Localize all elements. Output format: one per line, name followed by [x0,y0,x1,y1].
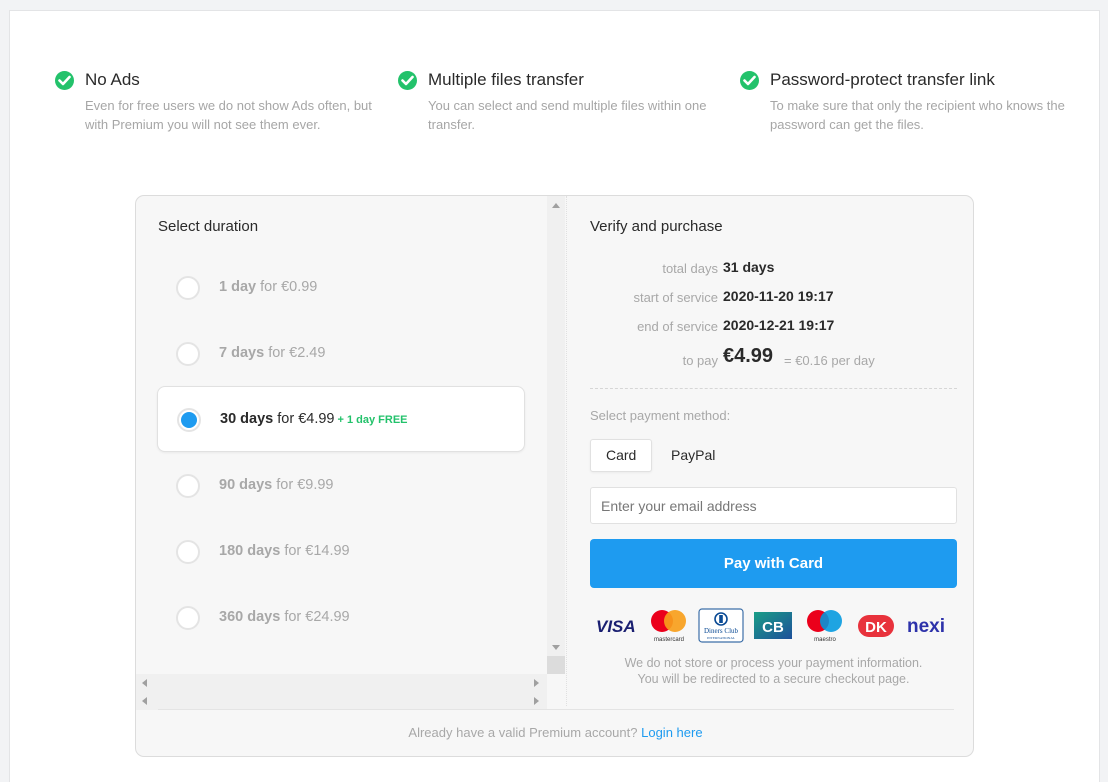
duration-option-90-days[interactable]: 90 days for €9.99 [157,453,525,519]
verify-purchase-section: Verify and purchase total days 31 days s… [566,196,973,706]
option-days: 180 days [219,543,281,559]
svg-text:mastercard: mastercard [654,637,684,643]
cb-logo-icon: CB [754,612,792,639]
duration-section: Select duration 1 day for €0.99 7 days f… [136,196,548,674]
option-days: 360 days [219,609,281,625]
duration-option-1-day[interactable]: 1 day for €0.99 [157,255,525,321]
footer-text: Already have a valid Premium account? [408,725,638,740]
radio-button-selected[interactable] [177,408,201,432]
bonus-badge: + 1 day FREE [337,414,408,426]
option-price: for €4.99 [277,411,335,427]
notice-line: You will be redirected to a secure check… [637,672,910,686]
option-label: 360 days for €24.99 [219,609,350,625]
option-price: for €24.99 [284,609,350,625]
payment-tab-card[interactable]: Card [590,439,653,472]
summary-to-pay: to pay €4.99 = €0.16 per day [567,345,973,370]
check-circle-icon [398,71,417,90]
scroll-right-arrow-icon[interactable] [534,679,539,687]
svg-text:maestro: maestro [814,637,836,643]
option-label: 90 days for €9.99 [219,477,334,493]
scroll-left-arrow-icon[interactable] [142,697,147,705]
option-price: for €14.99 [284,543,350,559]
check-circle-icon [55,71,74,90]
summary-value: 31 days [723,259,775,275]
notice-line: We do not store or process your payment … [624,656,923,670]
option-label: 180 days for €14.99 [219,543,350,559]
option-label: 7 days for €2.49 [219,345,325,361]
summary-end: end of service 2020-12-21 19:17 [567,316,973,336]
payment-logos: VISA mastercard Diners Club INTERNATIONA… [590,608,957,644]
summary-label: start of service [633,290,718,305]
check-circle-icon [740,71,759,90]
summary-value: 2020-12-21 19:17 [723,317,835,333]
option-label: 30 days for €4.99 + 1 day FREE [220,411,408,427]
nexi-logo-icon: nexi [907,616,945,637]
mastercard-logo-icon: mastercard [651,610,686,643]
divider [158,709,954,710]
feature-description: To make sure that only the recipient who… [770,98,1065,132]
option-days: 1 day [219,279,257,295]
radio-button[interactable] [176,342,200,366]
summary-label: end of service [637,319,718,334]
feature-title: No Ads [85,70,140,89]
svg-text:nexi: nexi [907,616,945,637]
verify-heading: Verify and purchase [590,218,723,235]
option-days: 7 days [219,345,265,361]
diners-club-logo-icon: Diners Club INTERNATIONAL [698,608,744,643]
purchase-panel: Select duration 1 day for €0.99 7 days f… [135,195,974,757]
summary-total-days: total days 31 days [567,258,973,278]
duration-option-7-days[interactable]: 7 days for €2.49 [157,321,525,387]
scroll-left-arrow-icon[interactable] [142,679,147,687]
scroll-down-arrow-icon[interactable] [552,645,560,650]
option-days: 30 days [220,411,274,427]
duration-option-30-days[interactable]: 30 days for €4.99 + 1 day FREE [157,386,525,452]
pay-with-card-button[interactable]: Pay with Card [590,539,957,588]
radio-button[interactable] [176,276,200,300]
summary-label: total days [662,261,718,276]
option-label: 1 day for €0.99 [219,279,317,295]
features-section: No Ads Even for free users we do not sho… [55,70,1065,140]
feature-description: You can select and send multiple files w… [428,98,707,132]
option-days: 90 days [219,477,273,493]
svg-text:VISA: VISA [596,617,636,636]
feature-title: Multiple files transfer [428,70,584,89]
svg-text:CB: CB [762,619,784,636]
svg-text:Diners Club: Diners Club [704,627,739,635]
horizontal-scrollbar[interactable] [136,692,547,710]
dankort-logo-icon: DK [858,615,894,637]
duration-option-180-days[interactable]: 180 days for €14.99 [157,519,525,585]
maestro-logo-icon: maestro [807,610,842,643]
login-link[interactable]: Login here [641,725,702,740]
scroll-up-arrow-icon[interactable] [552,203,560,208]
svg-text:INTERNATIONAL: INTERNATIONAL [707,636,735,640]
svg-text:DK: DK [865,619,887,636]
option-price: for €2.49 [268,345,326,361]
summary-value: 2020-11-20 19:17 [723,288,834,304]
email-input[interactable] [590,487,957,524]
payment-tab-paypal[interactable]: PayPal [655,439,731,472]
scroll-right-arrow-icon[interactable] [534,697,539,705]
per-day-price: = €0.16 per day [784,353,875,368]
payment-notice: We do not store or process your payment … [590,655,957,687]
radio-button[interactable] [176,606,200,630]
summary-label: to pay [682,353,718,368]
radio-button[interactable] [176,540,200,564]
option-price: for €0.99 [260,279,318,295]
duration-option-360-days[interactable]: 360 days for €24.99 [157,585,525,651]
summary-start: start of service 2020-11-20 19:17 [567,287,973,307]
horizontal-scrollbar[interactable] [136,674,547,692]
payment-method-label: Select payment method: [590,408,731,423]
total-price: €4.99 [723,345,774,367]
duration-heading: Select duration [158,218,259,235]
feature-description: Even for free users we do not show Ads o… [85,98,372,132]
scrollbar-corner [547,656,565,674]
feature-title: Password-protect transfer link [770,70,995,89]
option-price: for €9.99 [276,477,334,493]
divider [590,388,957,389]
visa-logo-icon: VISA [596,617,636,636]
login-footer: Already have a valid Premium account? Lo… [136,725,973,740]
vertical-scrollbar[interactable] [547,196,565,674]
radio-button[interactable] [176,474,200,498]
